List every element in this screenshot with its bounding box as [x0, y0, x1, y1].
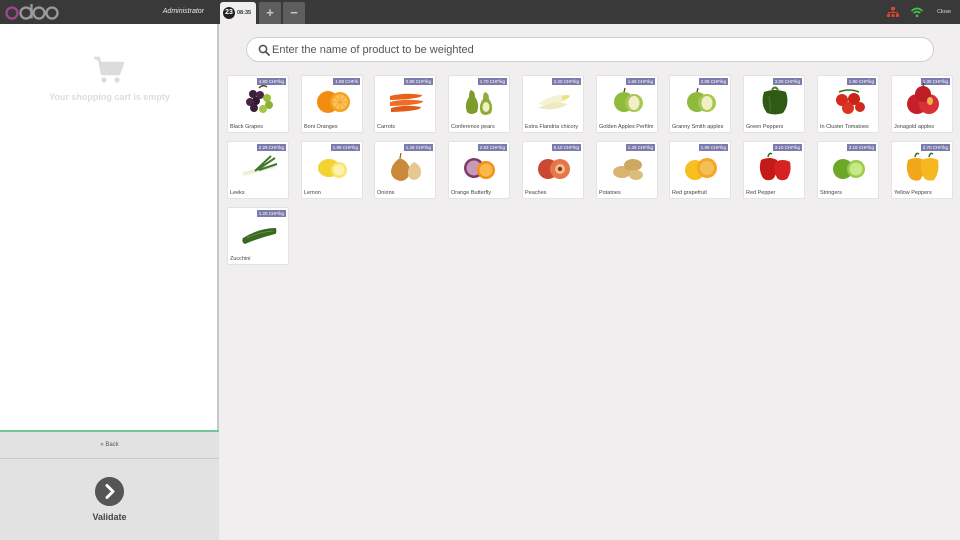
- product-name: Boni Oranges: [304, 123, 338, 130]
- product-name: Red grapefruit: [672, 189, 707, 196]
- close-button[interactable]: Close: [930, 0, 958, 24]
- order-tab[interactable]: 23 08:35: [220, 2, 256, 24]
- order-panel: Your shopping cart is empty « Back Valid…: [0, 24, 219, 540]
- product-name: Onions: [377, 189, 395, 196]
- product-card[interactable]: 1.20 CHF/kg Zucchini: [227, 207, 289, 265]
- product-card[interactable]: 1.30 CHF/kg Jonagold apples: [891, 75, 953, 133]
- product-name: Lemon: [304, 189, 321, 196]
- orange-icon: [317, 91, 350, 113]
- chevron-right-icon: [95, 477, 124, 506]
- yellow-pepper-icon: [906, 152, 939, 181]
- product-name: Red Pepper: [746, 189, 776, 196]
- potato-icon: [613, 159, 643, 180]
- network-icon[interactable]: [886, 5, 900, 19]
- product-name: Yellow Peppers: [894, 189, 932, 196]
- product-name: Granny Smith apples: [672, 123, 724, 130]
- zucchini-icon: [242, 228, 277, 244]
- shopping-cart-icon: [94, 56, 125, 83]
- green-pepper-icon: [762, 86, 788, 115]
- product-card[interactable]: 1.28 CHF/kg Onions: [374, 141, 436, 199]
- pear-icon: [465, 90, 493, 115]
- product-card[interactable]: 3.10 CHF/kg Red Pepper: [743, 141, 805, 199]
- validate-label: Validate: [92, 512, 127, 522]
- product-name: Potatoes: [599, 189, 621, 196]
- product-name: Golden Apples Perfilm: [599, 123, 654, 130]
- product-name: Orange Butterfly: [451, 189, 492, 196]
- product-card[interactable]: 1.69 CHF/kg Golden Apples Perfilm: [596, 75, 658, 133]
- chicory-icon: [538, 95, 570, 110]
- wifi-icon[interactable]: [910, 5, 924, 19]
- empty-cart-message: Your shopping cart is empty: [49, 92, 170, 102]
- product-card[interactable]: 3.00 CHF/kg Green Peppers: [743, 75, 805, 133]
- product-card[interactable]: 2.09 CHF/kg Granny Smith apples: [669, 75, 731, 133]
- leek-icon: [242, 155, 278, 176]
- product-card[interactable]: 4.80 CHF/kg Black Grapes: [227, 75, 289, 133]
- odoo-logo: [5, 4, 59, 20]
- back-button[interactable]: « Back: [0, 430, 219, 459]
- product-card[interactable]: 2.70 CHF/kg Yellow Peppers: [891, 141, 953, 199]
- user-name[interactable]: Administrator: [130, 0, 204, 24]
- order-number: 23: [223, 7, 235, 19]
- product-card[interactable]: 1.39 CHF/kg Potatoes: [596, 141, 658, 199]
- order-time: 08:35: [237, 10, 252, 16]
- lime-icon: [833, 159, 865, 179]
- product-name: Stringers: [820, 189, 843, 196]
- search-input[interactable]: [272, 41, 912, 58]
- product-card[interactable]: 2.20 CHF/kg Extra Flandria chicory: [522, 75, 584, 133]
- new-order-button[interactable]: +: [259, 2, 281, 24]
- product-card[interactable]: 2.83 CHF/kg Orange Butterfly: [448, 141, 510, 199]
- product-card[interactable]: 1.90 CHF/kg In Cluster Tomatoes: [817, 75, 879, 133]
- product-name: In Cluster Tomatoes: [820, 123, 869, 130]
- product-card[interactable]: 3.19 CHF/kg Stringers: [817, 141, 879, 199]
- orange-cut-icon: [464, 158, 495, 179]
- product-name: Jonagold apples: [894, 123, 935, 130]
- green-apple-icon: [687, 87, 716, 112]
- product-card[interactable]: 1.98 CHF/k Boni Oranges: [301, 75, 363, 133]
- product-card[interactable]: 0.90 CHF/kg Carrots: [374, 75, 436, 133]
- peach-icon: [538, 159, 570, 179]
- tomato-icon: [836, 89, 865, 114]
- red-apple-icon: [907, 82, 939, 114]
- product-card[interactable]: 5.10 CHF/kg Peaches: [522, 141, 584, 199]
- lemon-icon: [318, 159, 347, 178]
- red-pepper-icon: [759, 152, 791, 181]
- product-name: Black Grapes: [230, 123, 264, 130]
- product-card[interactable]: 1.70 CHF/kg Conference pears: [448, 75, 510, 133]
- carrot-icon: [390, 93, 423, 112]
- green-apple-icon: [614, 87, 643, 112]
- product-card[interactable]: 1.98 CHF/kg Red grapefruit: [669, 141, 731, 199]
- product-card[interactable]: 2.29 CHF/kg Leeks: [227, 141, 289, 199]
- product-name: Conference pears: [451, 123, 495, 130]
- product-card[interactable]: 1.98 CHF/kg Lemon: [301, 141, 363, 199]
- product-search[interactable]: [246, 37, 934, 62]
- product-name: Extra Flandria chicory: [525, 123, 579, 130]
- grapefruit-icon: [685, 158, 717, 180]
- validate-button[interactable]: Validate: [0, 459, 219, 540]
- product-name: Green Peppers: [746, 123, 784, 130]
- product-name: Leeks: [230, 189, 245, 196]
- delete-order-button[interactable]: −: [283, 2, 305, 24]
- product-name: Carrots: [377, 123, 396, 130]
- product-name: Zucchini: [230, 255, 251, 262]
- product-name: Peaches: [525, 189, 547, 196]
- top-bar: Administrator 23 08:35 + − Close: [0, 0, 960, 24]
- search-icon: [258, 44, 270, 56]
- black-grapes-icon: [246, 84, 273, 113]
- onion-icon: [391, 152, 422, 181]
